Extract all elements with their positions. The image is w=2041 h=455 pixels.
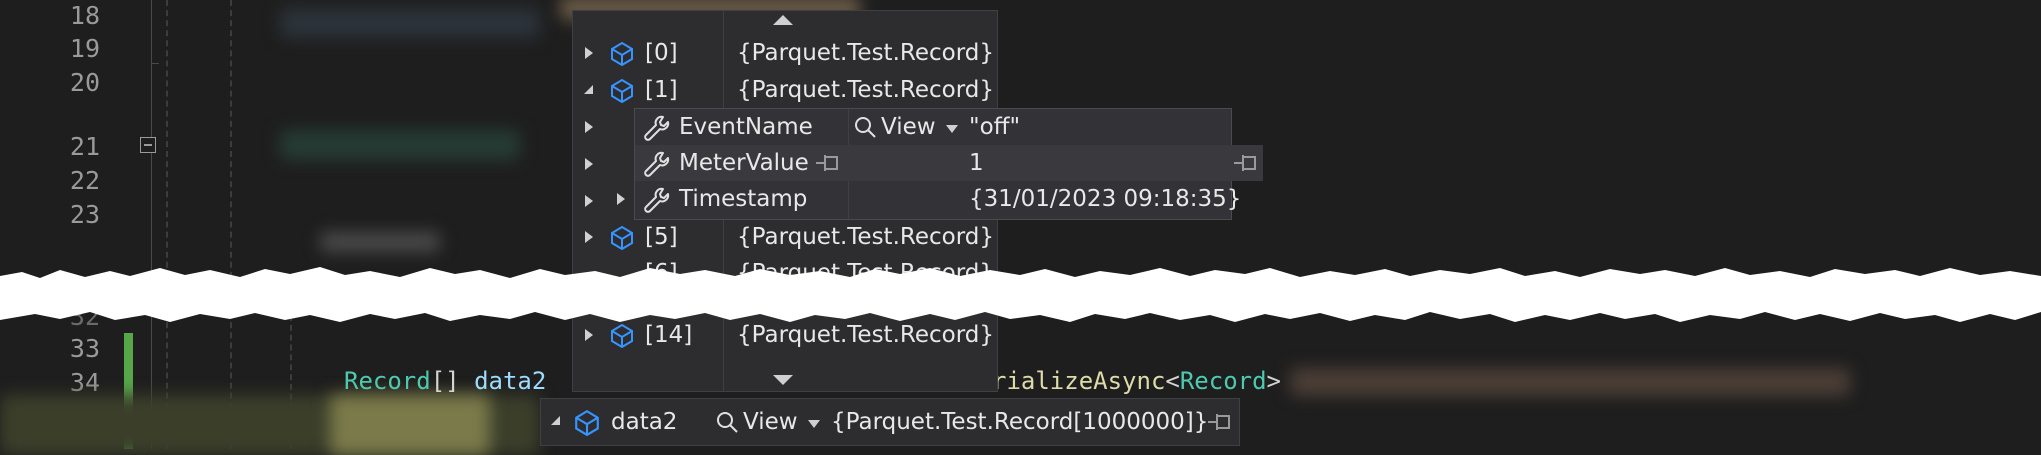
outline-tick bbox=[151, 63, 159, 64]
view-button[interactable]: View bbox=[715, 404, 820, 440]
wrench-icon bbox=[644, 115, 670, 141]
code-method-fragment: rializeAsync bbox=[992, 367, 1166, 395]
field-cube-icon bbox=[611, 41, 633, 66]
pin-icon[interactable] bbox=[815, 154, 841, 172]
expand-icon[interactable] bbox=[585, 158, 593, 170]
expand-icon[interactable] bbox=[617, 193, 625, 205]
line-number: 22 bbox=[69, 166, 100, 195]
wrench-icon bbox=[644, 187, 670, 213]
property-row[interactable]: MeterValue 1 bbox=[635, 145, 1263, 181]
view-label: View bbox=[881, 114, 936, 140]
code-generic-type: Record bbox=[1179, 367, 1267, 395]
code-line-34[interactable]: Record[] data2 bbox=[344, 363, 546, 399]
code-var: data2 bbox=[474, 367, 547, 395]
datatip-row[interactable]: [0] {Parquet.Test.Record} bbox=[573, 35, 997, 71]
wrench-icon bbox=[644, 151, 670, 177]
field-cube-icon bbox=[611, 78, 633, 103]
expand-icon[interactable] bbox=[585, 195, 593, 207]
line-number: 19 bbox=[69, 34, 100, 63]
property-row[interactable]: Timestamp {31/01/2023 09:18:35} bbox=[617, 181, 1241, 217]
scroll-down-arrow[interactable] bbox=[773, 375, 793, 385]
expand-icon[interactable] bbox=[585, 329, 593, 341]
datatip-row[interactable]: [1] {Parquet.Test.Record} bbox=[573, 72, 997, 108]
property-name: Timestamp bbox=[679, 186, 808, 212]
collapse-icon[interactable] bbox=[140, 137, 156, 153]
code-line-34-tail[interactable]: rializeAsync<Record> bbox=[992, 363, 1281, 399]
blurred-code bbox=[280, 8, 540, 38]
variable-value: {Parquet.Test.Record[1000000]} bbox=[831, 409, 1209, 435]
view-label: View bbox=[743, 409, 798, 435]
line-number: 18 bbox=[69, 1, 100, 30]
row-value: {Parquet.Test.Record} bbox=[737, 224, 994, 250]
view-button[interactable]: View bbox=[853, 109, 958, 145]
line-number: 23 bbox=[69, 200, 100, 229]
chevron-down-icon bbox=[945, 125, 958, 133]
code-type: Record bbox=[344, 367, 431, 395]
blurred-code bbox=[330, 395, 490, 455]
row-index: [0] bbox=[645, 40, 678, 66]
line-number: 21 bbox=[69, 132, 100, 161]
indent-guide bbox=[230, 0, 232, 449]
property-value: "off" bbox=[969, 114, 1021, 140]
collapse-arrow-icon[interactable] bbox=[551, 416, 560, 425]
torn-edge bbox=[0, 267, 2041, 322]
variable-cube-icon bbox=[575, 409, 599, 436]
datatip-row[interactable]: [5] {Parquet.Test.Record} bbox=[573, 219, 997, 255]
collapse-arrow-icon[interactable] bbox=[584, 85, 593, 94]
code-generic-close: > bbox=[1266, 367, 1281, 395]
line-number: 20 bbox=[69, 68, 100, 97]
expand-icon[interactable] bbox=[585, 231, 593, 243]
line-number: 33 bbox=[69, 334, 100, 363]
blurred-code bbox=[1290, 368, 1850, 396]
pin-icon[interactable] bbox=[1207, 413, 1233, 431]
datatip-data2[interactable]: data2 View {Parquet.Test.Record[1000000]… bbox=[540, 398, 1240, 446]
chevron-down-icon bbox=[807, 420, 820, 428]
expand-icon[interactable] bbox=[585, 47, 593, 59]
outline-line bbox=[151, 0, 152, 449]
code-brackets: [] bbox=[430, 367, 460, 395]
pin-icon[interactable] bbox=[1233, 154, 1259, 172]
blurred-code bbox=[320, 232, 440, 252]
row-value: {Parquet.Test.Record} bbox=[737, 40, 994, 66]
magnifier-icon bbox=[717, 412, 738, 433]
row-index: [1] bbox=[645, 77, 678, 103]
scroll-up-arrow[interactable] bbox=[773, 15, 793, 25]
variable-name: data2 bbox=[611, 409, 678, 435]
property-value: 1 bbox=[969, 150, 984, 176]
expand-icon[interactable] bbox=[585, 121, 593, 133]
code-generic-open: < bbox=[1165, 367, 1180, 395]
blurred-code bbox=[280, 130, 520, 160]
property-name: EventName bbox=[679, 114, 813, 140]
row-value: {Parquet.Test.Record} bbox=[737, 77, 994, 103]
row-index: [5] bbox=[645, 224, 678, 250]
field-cube-icon bbox=[611, 225, 633, 250]
datatip-properties[interactable]: EventName View "off" MeterValue 1 Timest… bbox=[617, 108, 1263, 220]
property-row[interactable]: EventName View "off" bbox=[635, 109, 1231, 145]
magnifier-icon bbox=[855, 117, 876, 138]
code-editor[interactable]: 18 19 20 21 22 23 32 33 34 Record[] data… bbox=[0, 0, 2041, 455]
indent-guide bbox=[166, 0, 168, 449]
property-value: {31/01/2023 09:18:35} bbox=[969, 186, 1242, 212]
property-name: MeterValue bbox=[679, 150, 809, 176]
